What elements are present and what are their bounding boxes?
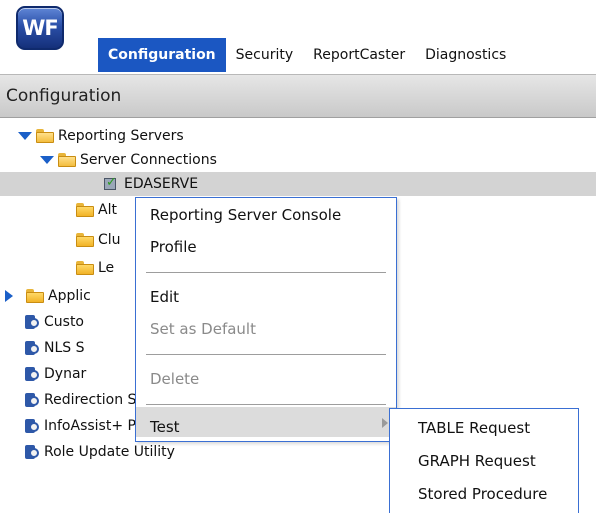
folder-icon bbox=[76, 233, 94, 247]
tree-node-edaserve[interactable]: ✓ EDASERVE bbox=[0, 172, 596, 196]
section-header: Configuration bbox=[0, 74, 596, 118]
settings-icon bbox=[24, 366, 40, 382]
menu-item-set-as-default: Set as Default bbox=[150, 320, 256, 338]
folder-icon bbox=[76, 261, 94, 275]
tab-security[interactable]: Security bbox=[226, 38, 304, 72]
tree-node-label: Role Update Utility bbox=[44, 444, 175, 460]
menu-separator bbox=[146, 404, 386, 405]
test-submenu: TABLE Request GRAPH Request Stored Proce… bbox=[389, 408, 579, 513]
main-tabs: Configuration Security ReportCaster Diag… bbox=[98, 38, 516, 72]
expand-arrow-icon[interactable] bbox=[18, 129, 32, 143]
tree-node-label: Applic bbox=[48, 288, 91, 304]
settings-icon bbox=[24, 314, 40, 330]
settings-icon bbox=[24, 418, 40, 434]
submenu-arrow-icon bbox=[382, 418, 388, 428]
collapse-arrow-icon[interactable] bbox=[2, 289, 16, 303]
tree-node-label: EDASERVE bbox=[124, 176, 199, 192]
app-header: WF Configuration Security ReportCaster D… bbox=[0, 0, 596, 72]
tree-node-nls-settings[interactable]: NLS S bbox=[24, 336, 85, 360]
expand-arrow-icon[interactable] bbox=[40, 153, 54, 167]
server-connection-icon: ✓ bbox=[104, 175, 117, 190]
tree-node-label: Dynar bbox=[44, 366, 87, 382]
submenu-item-table-request[interactable]: TABLE Request bbox=[418, 419, 530, 437]
menu-item-reporting-server-console[interactable]: Reporting Server Console bbox=[150, 206, 341, 224]
tree-node-custom[interactable]: Custo bbox=[24, 310, 84, 334]
section-title: Configuration bbox=[6, 86, 122, 106]
tab-diagnostics[interactable]: Diagnostics bbox=[415, 38, 516, 72]
menu-item-test[interactable]: Test bbox=[150, 418, 180, 436]
tab-reportcaster[interactable]: ReportCaster bbox=[303, 38, 415, 72]
tree-node-clu[interactable]: Clu bbox=[72, 228, 121, 252]
tree-node-label: Clu bbox=[98, 232, 121, 248]
webfocus-logo: WF bbox=[16, 6, 64, 50]
tab-configuration[interactable]: Configuration bbox=[98, 38, 226, 72]
tree-node-label: Server Connections bbox=[80, 152, 217, 168]
tree-node-alt[interactable]: Alt bbox=[72, 198, 117, 222]
tree-node-dynamic[interactable]: Dynar bbox=[24, 362, 86, 386]
menu-item-profile[interactable]: Profile bbox=[150, 238, 197, 256]
tree-node-server-connections[interactable]: Server Connections bbox=[40, 148, 217, 172]
submenu-item-stored-procedure[interactable]: Stored Procedure bbox=[418, 485, 547, 503]
settings-icon bbox=[24, 444, 40, 460]
submenu-item-graph-request[interactable]: GRAPH Request bbox=[418, 452, 536, 470]
tree-node-label: Alt bbox=[98, 202, 117, 218]
tree-node-label: Le bbox=[98, 260, 115, 276]
menu-item-delete: Delete bbox=[150, 370, 200, 388]
tree-node-role-update-utility[interactable]: Role Update Utility bbox=[24, 440, 175, 464]
tree-node-label: Custo bbox=[44, 314, 84, 330]
tree-node-label: Reporting Servers bbox=[58, 128, 184, 144]
folder-open-icon bbox=[58, 153, 76, 167]
folder-open-icon bbox=[36, 129, 54, 143]
settings-icon bbox=[24, 340, 40, 356]
menu-separator bbox=[146, 354, 386, 355]
tree-node-le[interactable]: Le bbox=[72, 256, 114, 280]
context-menu: Reporting Server Console Profile Edit Se… bbox=[135, 197, 397, 442]
tree-node-label: NLS S bbox=[44, 340, 85, 356]
folder-icon bbox=[76, 203, 94, 217]
menu-item-edit[interactable]: Edit bbox=[150, 288, 179, 306]
folder-icon bbox=[26, 289, 44, 303]
tree-node-applications[interactable]: Applic bbox=[2, 284, 91, 308]
menu-separator bbox=[146, 272, 386, 273]
settings-icon bbox=[24, 392, 40, 408]
tree-node-reporting-servers[interactable]: Reporting Servers bbox=[18, 124, 184, 148]
